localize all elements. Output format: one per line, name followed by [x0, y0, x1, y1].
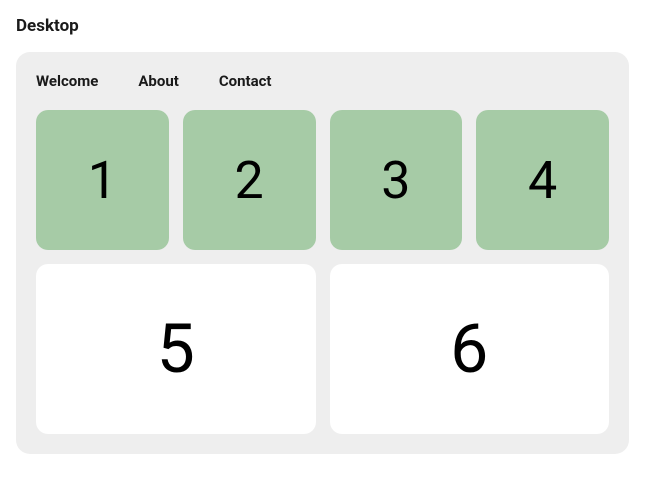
tile-label: 1	[88, 150, 117, 211]
nav-tab-contact[interactable]: Contact	[219, 72, 272, 90]
tile-4[interactable]: 4	[476, 110, 609, 250]
tile-6[interactable]: 6	[330, 264, 610, 434]
tile-2[interactable]: 2	[183, 110, 316, 250]
tile-label: 2	[235, 150, 264, 211]
tile-label: 4	[528, 150, 557, 211]
tile-label: 3	[381, 150, 410, 211]
tile-label: 5	[157, 309, 195, 389]
tile-1[interactable]: 1	[36, 110, 169, 250]
tile-label: 6	[450, 309, 488, 389]
nav-tab-about[interactable]: About	[138, 72, 178, 90]
tile-5[interactable]: 5	[36, 264, 316, 434]
nav-tabs: Welcome About Contact	[36, 72, 609, 90]
tile-grid: 1 2 3 4 5 6	[36, 110, 609, 434]
nav-tab-welcome[interactable]: Welcome	[36, 72, 98, 90]
desktop-panel: Welcome About Contact 1 2 3 4 5 6	[16, 52, 629, 454]
section-heading: Desktop	[16, 16, 629, 36]
tile-3[interactable]: 3	[330, 110, 463, 250]
